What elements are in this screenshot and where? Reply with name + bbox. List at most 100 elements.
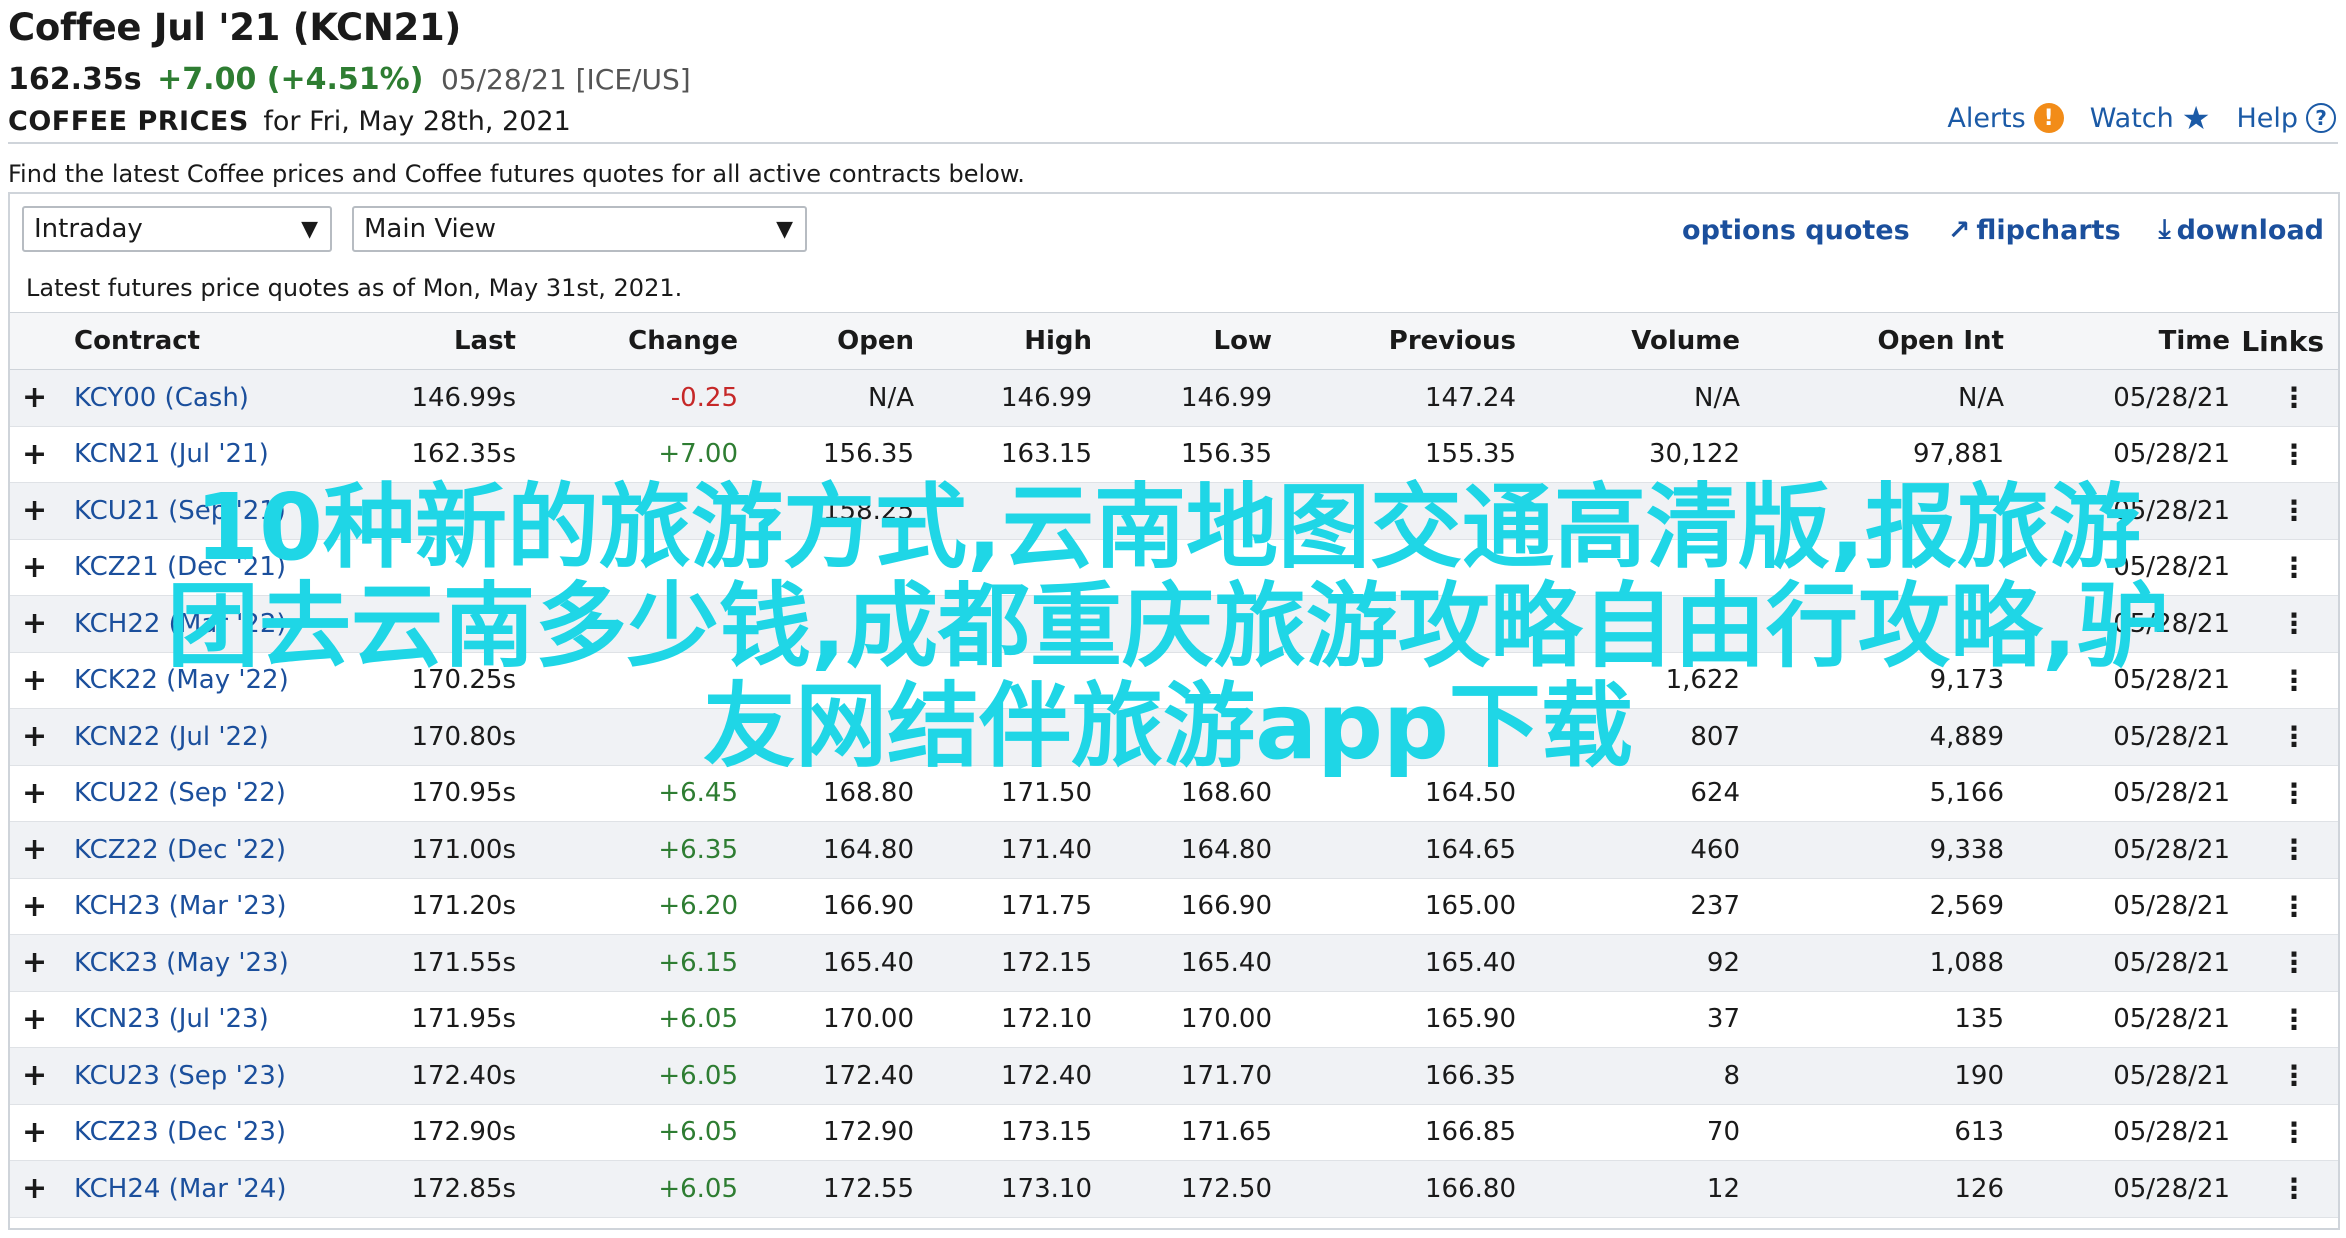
more-options-icon[interactable]: ⋮ (2264, 766, 2324, 822)
last-cell: 170.80s (411, 721, 516, 752)
expand-plus-icon[interactable]: + (22, 653, 58, 709)
open-cell: 168.80 (823, 778, 914, 809)
column-header-contract[interactable]: Contract (74, 313, 200, 369)
high-cell: 173.15 (1001, 1117, 1092, 1148)
more-options-icon[interactable]: ⋮ (2264, 483, 2324, 539)
open-cell: 166.90 (823, 891, 914, 922)
options-quotes-label: options quotes (1682, 214, 1910, 246)
flipcharts-label: flipcharts (1976, 214, 2121, 246)
last-cell: 162.35s (411, 439, 516, 470)
more-options-icon[interactable]: ⋮ (2264, 709, 2324, 765)
low-cell: 166.90 (1181, 891, 1272, 922)
time-cell: 05/28/21 (2113, 665, 2230, 696)
more-options-icon[interactable]: ⋮ (2264, 992, 2324, 1048)
column-header-last[interactable]: Last (454, 313, 516, 369)
table-row: + KCU22 (Sep '22) 170.95s +6.45 168.80 171.50… (10, 766, 2338, 822)
more-options-icon[interactable]: ⋮ (2264, 370, 2324, 426)
more-options-icon[interactable]: ⋮ (2264, 540, 2324, 596)
table-row: + KCU21 (Sep '21) 158.25 05/28/21 ⋮ (10, 483, 2338, 540)
previous-cell: 166.85 (1425, 1117, 1516, 1148)
expand-plus-icon[interactable]: + (22, 483, 58, 539)
view-select[interactable]: Main View ▼ (352, 206, 807, 252)
open-int-cell: 126 (1954, 1173, 2004, 1204)
contract-link[interactable]: KCH22 (Mar '22) (74, 596, 287, 652)
more-options-icon[interactable]: ⋮ (2264, 1105, 2324, 1161)
contract-link[interactable]: KCU23 (Sep '23) (74, 1048, 286, 1104)
contract-link[interactable]: KCZ21 (Dec '21) (74, 540, 286, 596)
open-int-cell: N/A (1958, 382, 2004, 413)
expand-plus-icon[interactable]: + (22, 879, 58, 935)
more-options-icon[interactable]: ⋮ (2264, 822, 2324, 878)
alerts-link[interactable]: Alerts ! (1947, 103, 2064, 134)
expand-plus-icon[interactable]: + (22, 822, 58, 878)
time-cell: 05/28/21 (2113, 721, 2230, 752)
period-select[interactable]: Intraday ▼ (22, 206, 332, 252)
expand-plus-icon[interactable]: + (22, 992, 58, 1048)
more-options-icon[interactable]: ⋮ (2264, 653, 2324, 709)
contract-link[interactable]: KCK22 (May '22) (74, 653, 289, 709)
more-options-icon[interactable]: ⋮ (2264, 1161, 2324, 1217)
expand-plus-icon[interactable]: + (22, 427, 58, 483)
high-cell: 172.40 (1001, 1060, 1092, 1091)
contract-link[interactable]: KCN21 (Jul '21) (74, 427, 269, 483)
table-row: + KCK22 (May '22) 170.25s 1,622 9,173 05/28/2… (10, 653, 2338, 709)
contract-link[interactable]: KCZ22 (Dec '22) (74, 822, 286, 878)
toolbar: options quotes ↗ flipcharts ⤓ download (1682, 214, 2324, 246)
more-options-icon[interactable]: ⋮ (2264, 596, 2324, 652)
contract-link[interactable]: KCH23 (Mar '23) (74, 879, 287, 935)
high-cell: 173.10 (1001, 1173, 1092, 1204)
contract-link[interactable]: KCN23 (Jul '23) (74, 992, 269, 1048)
table-row: + KCH24 (Mar '24) 172.85s +6.05 172.55 173.10… (10, 1161, 2338, 1218)
table-row: + KCN23 (Jul '23) 171.95s +6.05 170.00 172.10… (10, 992, 2338, 1048)
column-header-volume[interactable]: Volume (1631, 313, 1740, 369)
time-cell: 05/28/21 (2113, 947, 2230, 978)
open-int-cell: 4,889 (1929, 721, 2004, 752)
last-price: 162.35s (8, 62, 142, 97)
table-row: + KCZ22 (Dec '22) 171.00s +6.35 164.80 171.40… (10, 822, 2338, 879)
expand-plus-icon[interactable]: + (22, 1105, 58, 1161)
change-cell: +6.35 (658, 834, 738, 865)
download-link[interactable]: ⤓ download (2159, 214, 2324, 246)
expand-plus-icon[interactable]: + (22, 596, 58, 652)
time-cell: 05/28/21 (2113, 439, 2230, 470)
contract-link[interactable]: KCH24 (Mar '24) (74, 1161, 287, 1217)
expand-plus-icon[interactable]: + (22, 935, 58, 991)
contract-link[interactable]: KCY00 (Cash) (74, 370, 249, 426)
contract-link[interactable]: KCZ23 (Dec '23) (74, 1105, 286, 1161)
contract-link[interactable]: KCK23 (May '23) (74, 935, 289, 991)
column-header-high[interactable]: High (1024, 313, 1092, 369)
page-description: Find the latest Coffee prices and Coffee… (8, 160, 1025, 188)
column-header-open-int[interactable]: Open Int (1877, 313, 2004, 369)
more-options-icon[interactable]: ⋮ (2264, 427, 2324, 483)
expand-plus-icon[interactable]: + (22, 766, 58, 822)
contract-link[interactable]: KCU21 (Sep '21) (74, 483, 286, 539)
column-header-low[interactable]: Low (1214, 313, 1272, 369)
last-cell: 171.95s (411, 1004, 516, 1035)
contract-link[interactable]: KCN22 (Jul '22) (74, 709, 269, 765)
help-link[interactable]: Help ? (2236, 103, 2336, 134)
as-of-note: Latest futures price quotes as of Mon, M… (26, 274, 683, 302)
more-options-icon[interactable]: ⋮ (2264, 935, 2324, 991)
contract-link[interactable]: KCU22 (Sep '22) (74, 766, 286, 822)
column-header-open[interactable]: Open (837, 313, 914, 369)
expand-plus-icon[interactable]: + (22, 1048, 58, 1104)
expand-plus-icon[interactable]: + (22, 370, 58, 426)
open-cell: 156.35 (823, 439, 914, 470)
more-options-icon[interactable]: ⋮ (2264, 1048, 2324, 1104)
watch-link[interactable]: Watch ★ (2090, 102, 2211, 134)
volume-cell: 460 (1690, 834, 1740, 865)
options-quotes-link[interactable]: options quotes (1682, 214, 1910, 246)
open-int-cell: 1,088 (1929, 947, 2004, 978)
expand-plus-icon[interactable]: + (22, 1161, 58, 1217)
last-cell: 146.99s (411, 382, 516, 413)
page: Coffee Jul '21 (KCN21) 162.35s +7.00 (+4… (0, 0, 2346, 1238)
volume-cell: 8 (1723, 1060, 1740, 1091)
more-options-icon[interactable]: ⋮ (2264, 879, 2324, 935)
column-header-change[interactable]: Change (628, 313, 738, 369)
open-int-cell: 97,881 (1913, 439, 2004, 470)
column-header-previous[interactable]: Previous (1389, 313, 1516, 369)
expand-plus-icon[interactable]: + (22, 709, 58, 765)
column-header-time[interactable]: Time (2159, 313, 2230, 369)
expand-plus-icon[interactable]: + (22, 540, 58, 596)
flipcharts-link[interactable]: ↗ flipcharts (1948, 214, 2121, 246)
